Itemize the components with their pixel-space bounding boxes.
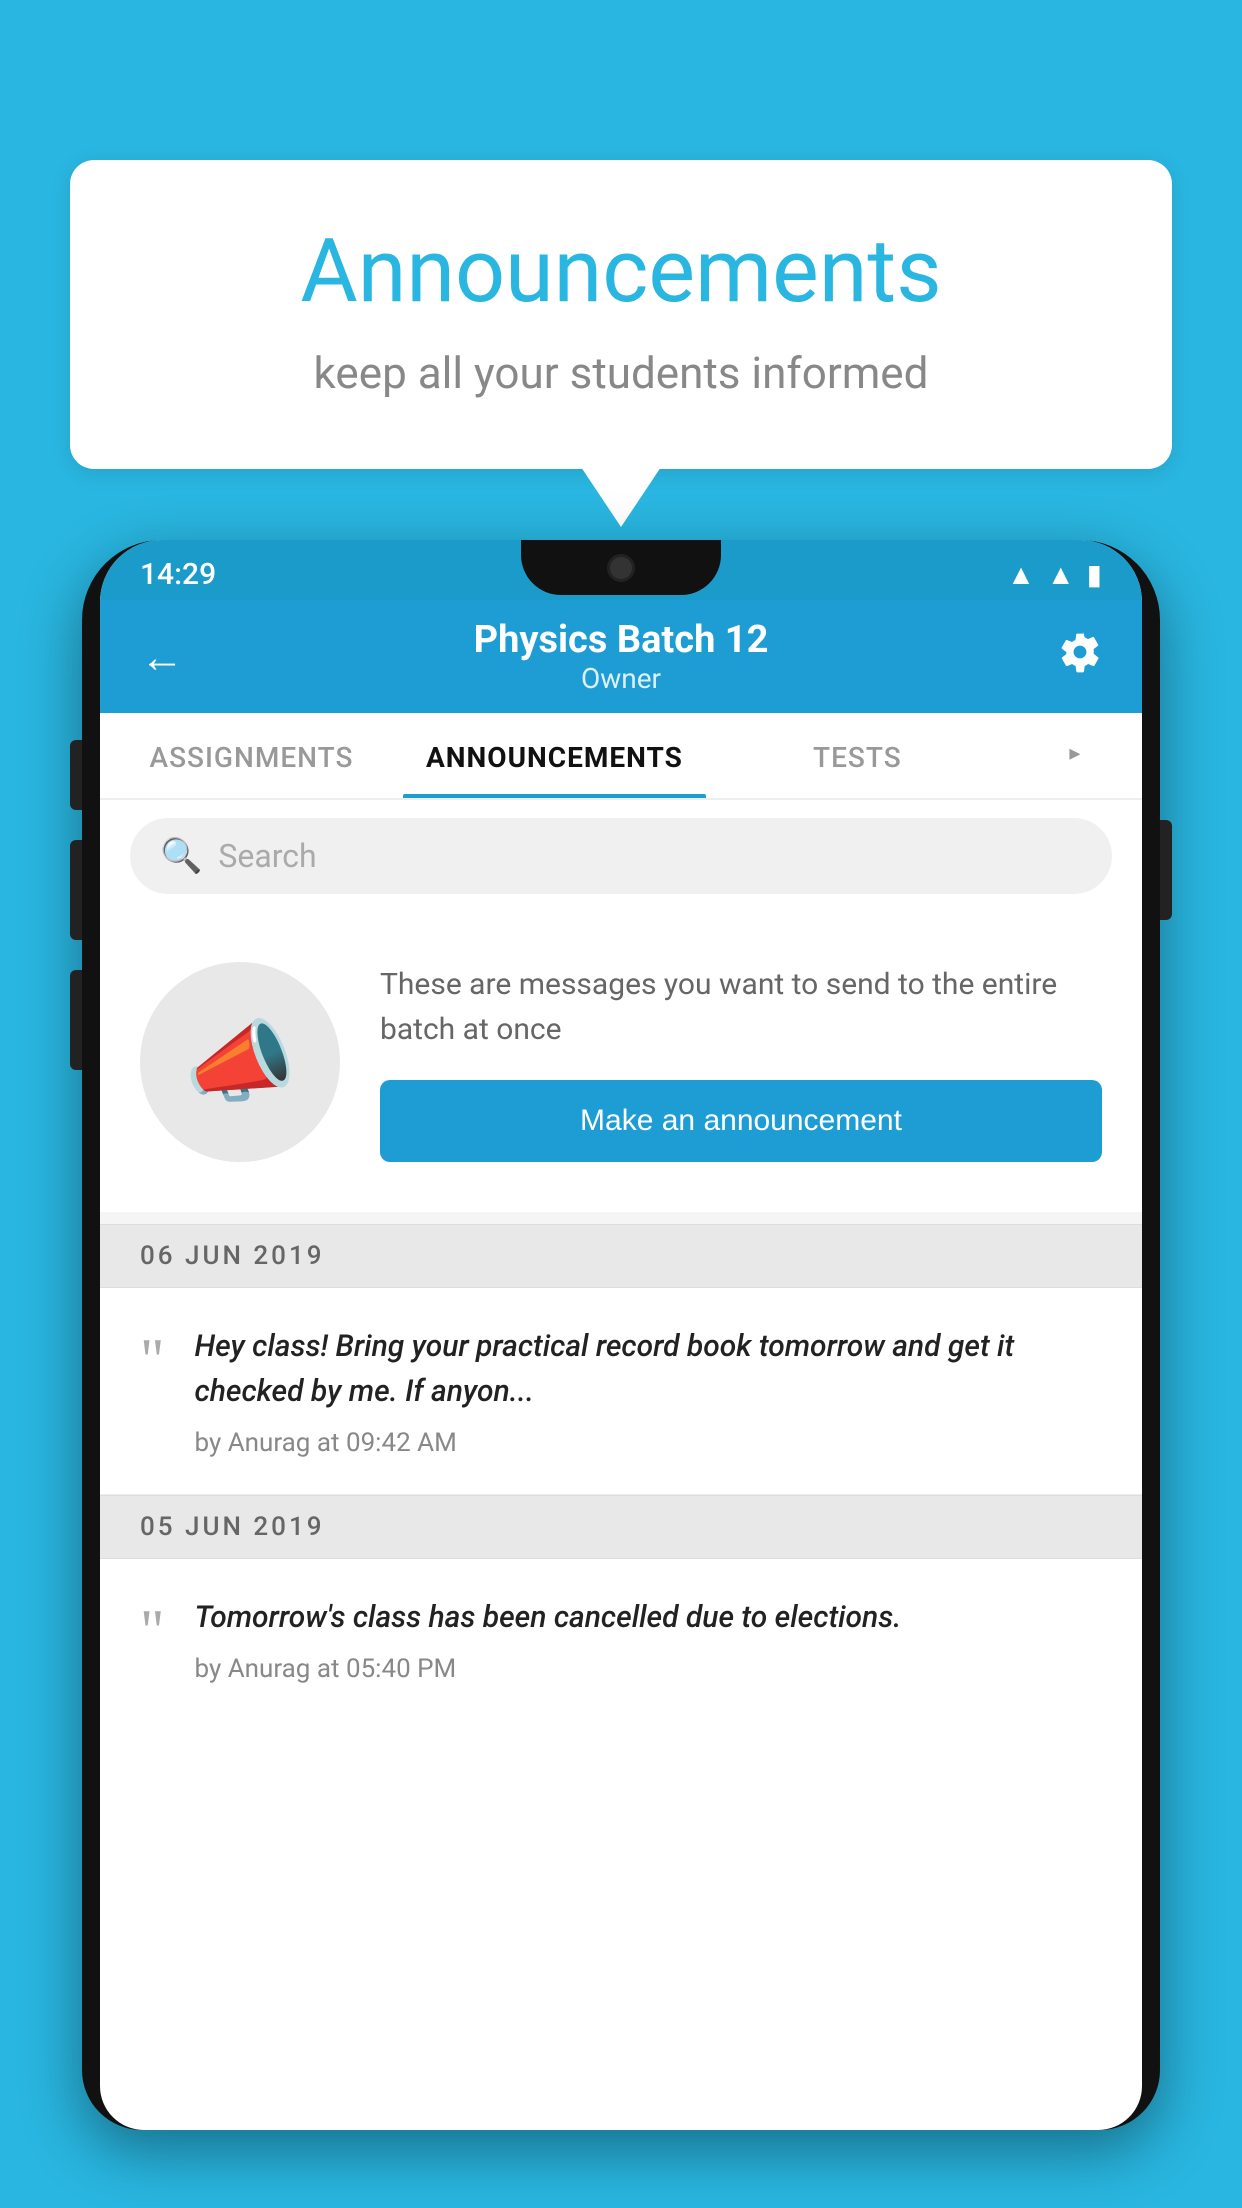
announcement-text-1: Hey class! Bring your practical record b… [195,1324,1103,1414]
make-announcement-button[interactable]: Make an announcement [380,1080,1102,1162]
status-time: 14:29 [140,557,216,592]
tab-announcements[interactable]: ANNOUNCEMENTS [403,713,706,798]
tab-assignments[interactable]: ASSIGNMENTS [100,713,403,798]
search-bar[interactable]: 🔍 Search [130,818,1112,894]
announcement-content-1: Hey class! Bring your practical record b… [195,1324,1103,1458]
tab-tests[interactable]: TESTS [706,713,1009,798]
tab-more[interactable]: ▸ [1009,713,1142,798]
announcements-title: Announcements [150,220,1092,323]
phone-notch [521,540,721,595]
phone-screen: 14:29 ▲ ▲ ▮ ← Physics Batch 12 Owner [100,540,1142,2130]
search-placeholder: Search [218,837,316,875]
search-bar-container: 🔍 Search [100,800,1142,912]
phone-btn-power [1160,820,1172,920]
announcement-meta-2: by Anurag at 05:40 PM [195,1654,902,1684]
phone-body: 14:29 ▲ ▲ ▮ ← Physics Batch 12 Owner [82,540,1160,2130]
wifi-icon: ▲ [1007,558,1035,591]
announcement-meta-1: by Anurag at 09:42 AM [195,1428,1103,1458]
megaphone-icon: 📣 [184,1010,296,1115]
speech-bubble-tail [581,467,661,527]
header-title-group: Physics Batch 12 Owner [184,618,1058,695]
phone-btn-vol-down [70,970,82,1070]
gear-icon [1058,630,1102,674]
announcement-text-2: Tomorrow's class has been cancelled due … [195,1595,902,1640]
quote-icon-2: " [140,1601,165,1661]
promo-content: These are messages you want to send to t… [380,962,1102,1162]
announcement-item-2[interactable]: " Tomorrow's class has been cancelled du… [100,1559,1142,1720]
date-separator-1: 06 JUN 2019 [100,1224,1142,1288]
date-separator-2: 05 JUN 2019 [100,1495,1142,1559]
search-icon: 🔍 [160,836,202,876]
promo-icon-circle: 📣 [140,962,340,1162]
phone-btn-vol-up [70,840,82,940]
phone-btn-vol-silent [70,740,82,810]
settings-button[interactable] [1058,630,1102,684]
speech-bubble: Announcements keep all your students inf… [70,160,1172,469]
status-icons: ▲ ▲ ▮ [1007,558,1102,591]
back-button[interactable]: ← [140,631,184,683]
app-header: ← Physics Batch 12 Owner [100,600,1142,713]
announcement-content-2: Tomorrow's class has been cancelled due … [195,1595,902,1684]
phone-camera [607,554,635,582]
phone-wrapper: 14:29 ▲ ▲ ▮ ← Physics Batch 12 Owner [82,540,1160,2208]
announcement-promo: 📣 These are messages you want to send to… [100,912,1142,1212]
tabs-bar: ASSIGNMENTS ANNOUNCEMENTS TESTS ▸ [100,713,1142,800]
announcements-subtitle: keep all your students informed [150,347,1092,399]
batch-title: Physics Batch 12 [184,618,1058,662]
announcement-item-1[interactable]: " Hey class! Bring your practical record… [100,1288,1142,1495]
batch-subtitle: Owner [184,662,1058,695]
content-area: 🔍 Search 📣 These are messages you want t… [100,800,1142,1720]
promo-description: These are messages you want to send to t… [380,962,1102,1052]
speech-bubble-container: Announcements keep all your students inf… [70,160,1172,527]
battery-icon: ▮ [1087,558,1102,591]
quote-icon-1: " [140,1330,165,1390]
signal-icon: ▲ [1047,558,1075,591]
